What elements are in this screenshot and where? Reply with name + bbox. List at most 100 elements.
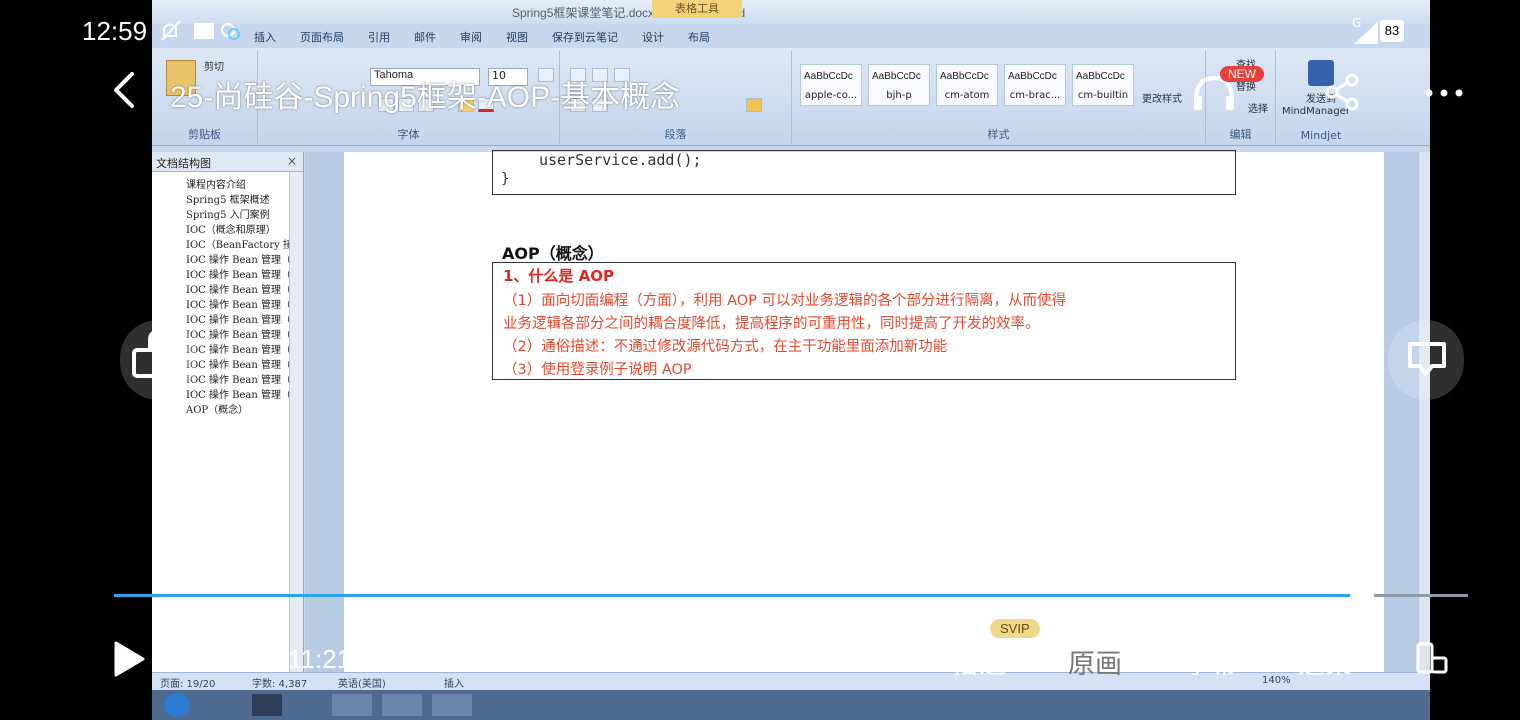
- notification-icons: [160, 18, 240, 49]
- style-bjh-p: AaBbCcDc bjh-p: [868, 64, 930, 106]
- status-words: 字数: 4,387: [252, 679, 308, 690]
- docmap-item: IOC 操作 Bean 管理（: [186, 300, 292, 311]
- docmap-item: IOC（BeanFactory 接: [186, 240, 293, 251]
- taskbar-app-icon: [432, 694, 472, 716]
- docmap-item: 课程内容介绍: [186, 180, 246, 191]
- table-tools-tab: 表格工具: [652, 0, 742, 18]
- borders-icon: [746, 98, 762, 112]
- font-group-label: 字体: [397, 128, 420, 141]
- document-map-scrollbar: [289, 172, 303, 672]
- new-badge: NEW: [1220, 66, 1264, 82]
- word-titlebar: Spring5框架课堂笔记.docx - Microsoft Word 表格工具: [152, 0, 1430, 24]
- paragraph-group-label: 段落: [664, 128, 687, 141]
- playback-time: 11:21/12:18: [288, 644, 424, 674]
- section-heading: AOP（概念）: [502, 244, 604, 263]
- docmap-item: IOC 操作 Bean 管理（: [186, 315, 292, 326]
- styles-group: AaBbCcDc apple-co... AaBbCcDc bjh-p AaBb…: [792, 50, 1206, 144]
- ribbon-tab-insert: 插入: [254, 31, 276, 44]
- playback-speed-button[interactable]: 倍速: [952, 642, 1006, 681]
- subtitles-button[interactable]: 字幕: [1184, 642, 1238, 681]
- content-line: （3）使用登录例子说明 AOP: [503, 362, 692, 378]
- docmap-item: IOC 操作 Bean 管理（: [186, 360, 292, 371]
- document-map-title: 文档结构图: [156, 157, 211, 170]
- share-button[interactable]: [1322, 72, 1362, 112]
- ribbon-tab-design: 设计: [642, 31, 664, 44]
- svip-badge: SVIP: [990, 619, 1040, 638]
- docmap-item: IOC 操作 Bean 管理（: [186, 330, 292, 341]
- select-label: 选择: [1248, 104, 1268, 115]
- next-episode-button[interactable]: [208, 644, 242, 674]
- ribbon-tab-layout: 页面布局: [300, 31, 344, 44]
- rotate-screen-button[interactable]: [1414, 640, 1450, 676]
- style-cm-atom: AaBbCcDc cm-atom: [936, 64, 998, 106]
- content-box: 1、什么是 AOP （1）面向切面编程（方面），利用 AOP 可以对业务逻辑的各…: [492, 262, 1236, 380]
- style-cm-bracket: AaBbCcDc cm-brac...: [1004, 64, 1066, 106]
- phone-clock: 12:59: [82, 16, 148, 46]
- clipboard-group-label: 剪贴板: [188, 128, 221, 141]
- taskbar-app-icon: [382, 694, 422, 716]
- ribbon-tab-table-layout: 布局: [688, 31, 710, 44]
- taskbar-app-icon: [252, 694, 282, 716]
- ribbon-tab-references: 引用: [368, 31, 390, 44]
- screenshot-icon: [1408, 342, 1446, 376]
- play-button[interactable]: [112, 640, 146, 678]
- docmap-item: IOC 操作 Bean 管理（: [186, 255, 292, 266]
- change-styles-label: 更改样式: [1142, 94, 1182, 105]
- docmap-item: IOC 操作 Bean 管理（: [186, 390, 292, 401]
- docmap-item: IOC 操作 Bean 管理（: [186, 345, 292, 356]
- docmap-item: IOC（概念和原理）: [186, 225, 276, 236]
- mindjet-group-label: Mindjet: [1300, 129, 1342, 142]
- more-dots-icon: [1425, 89, 1463, 97]
- cut-label: 剪切: [204, 62, 224, 73]
- ribbon-tab-view: 视图: [506, 31, 528, 44]
- content-line: （2）通俗描述：不通过修改源代码方式，在主干功能里面添加新功能: [503, 339, 948, 355]
- start-icon: [164, 693, 190, 717]
- mute-icon: [161, 20, 240, 41]
- skip-next-icon: [211, 647, 238, 671]
- taskbar-app-icon: [332, 694, 372, 716]
- more-options-button[interactable]: [1424, 72, 1464, 107]
- editing-group-label: 编辑: [1229, 128, 1252, 141]
- status-page: 页面: 19/20: [160, 679, 216, 690]
- unlock-icon: [132, 329, 168, 378]
- docmap-item: Spring5 入门案例: [186, 210, 270, 221]
- ribbon-tab-review: 审阅: [460, 31, 482, 44]
- ribbon-tab-cloud-notes: 保存到云笔记: [552, 31, 618, 44]
- chevron-left-icon: [114, 72, 134, 108]
- style-cm-builtin: AaBbCcDc cm-builtin: [1072, 64, 1134, 106]
- docmap-item: IOC 操作 Bean 管理（: [186, 285, 292, 296]
- ribbon-tabs: 插入 页面布局 引用 邮件 审阅 视图 保存到云笔记 设计 布局: [152, 24, 1430, 48]
- signal-icon: [1354, 22, 1378, 44]
- status-zoom: 140%: [1262, 675, 1291, 686]
- status-mode: 插入: [444, 679, 464, 690]
- close-icon: ×: [286, 154, 297, 168]
- docmap-item-selected: AOP（概念）: [186, 405, 249, 416]
- episodes-button[interactable]: 选集: [1298, 642, 1352, 681]
- styles-group-label: 样式: [987, 128, 1010, 141]
- rotate-icon: [1416, 642, 1448, 674]
- content-line: 业务逻辑各部分之间的耦合度降低，提高程序的可重用性，同时提高了开发的效率。: [503, 316, 1040, 332]
- back-button[interactable]: [108, 70, 148, 114]
- video-title: 25-尚硅谷-Spring5框架-AOP-基本概念: [170, 81, 681, 114]
- ribbon-tab-mailings: 邮件: [414, 31, 436, 44]
- docmap-item: IOC 操作 Bean 管理（: [186, 270, 292, 281]
- document-map-header: 文档结构图 ×: [152, 152, 303, 172]
- content-line: （1）面向切面编程（方面），利用 AOP 可以对业务逻辑的各个部分进行隔离，从而…: [503, 293, 1067, 309]
- status-language: 英语(美国): [338, 679, 386, 690]
- code-brace: }: [501, 171, 510, 187]
- content-title: 1、什么是 AOP: [503, 267, 615, 285]
- quality-button[interactable]: 原画: [1068, 642, 1122, 681]
- share-icon: [1325, 73, 1359, 111]
- docmap-item: IOC 操作 Bean 管理（: [186, 375, 292, 386]
- docmap-item: Spring5 框架概述: [186, 195, 270, 206]
- code-box: userService.add(); }: [492, 150, 1236, 195]
- screenshot-button[interactable]: [1388, 320, 1464, 400]
- play-icon: [114, 641, 145, 677]
- battery-indicator: 83: [1380, 20, 1404, 42]
- network-indicator: G: [1352, 16, 1378, 44]
- screen-lock-button[interactable]: [120, 320, 196, 400]
- windows-taskbar: [152, 690, 1430, 720]
- code-line: userService.add();: [539, 151, 702, 169]
- progress-fill: [114, 594, 1363, 597]
- style-apple-co: AaBbCcDc apple-co...: [800, 64, 862, 106]
